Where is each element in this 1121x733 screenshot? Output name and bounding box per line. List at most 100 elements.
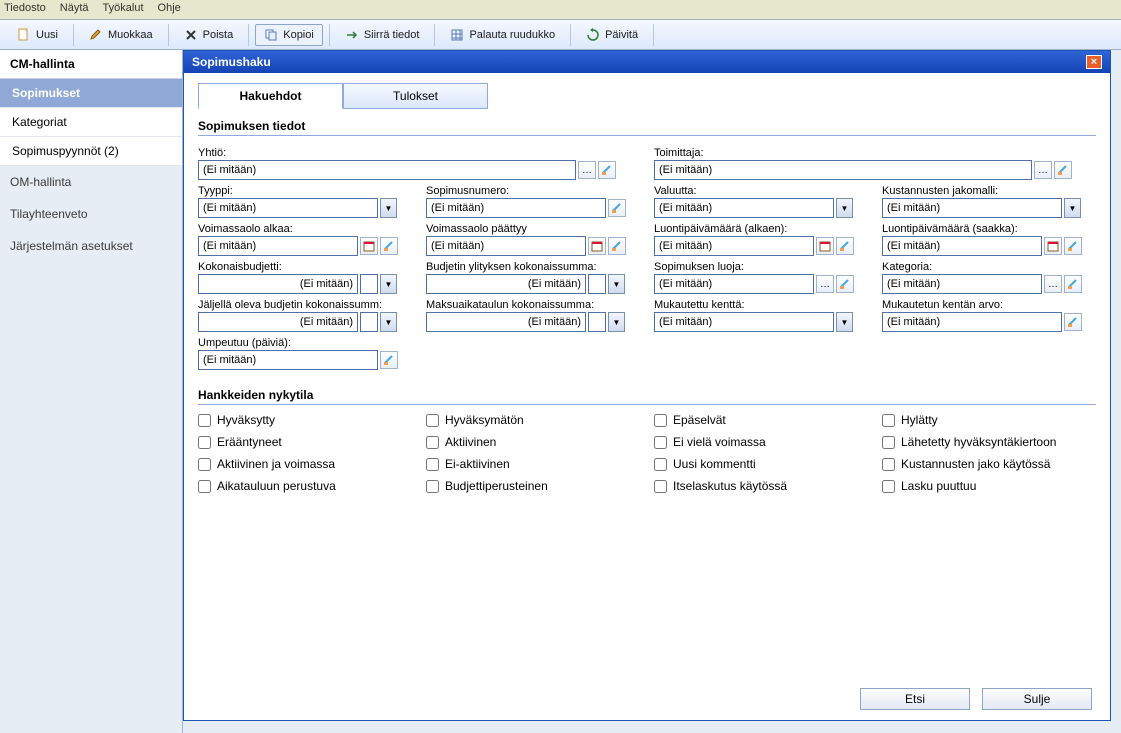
browse-icon[interactable]: … [578,161,596,179]
label-maksuaikataulu: Maksuaikataulun kokonaissumma: [426,299,646,311]
input-maksuaikataulu-op[interactable] [588,312,606,332]
input-kustannusten-jakomalli[interactable] [882,198,1062,218]
chk-ei-aktiivinen[interactable]: Ei-aktiivinen [426,457,646,471]
chk-hylatty[interactable]: Hylätty [882,413,1102,427]
clear-icon[interactable] [598,161,616,179]
chk-eraantyneet[interactable]: Erääntyneet [198,435,418,449]
chk-lasku-puuttuu[interactable]: Lasku puuttuu [882,479,1102,493]
browse-icon[interactable]: … [816,275,834,293]
tb-transfer[interactable]: Siirrä tiedot [336,24,429,46]
chk-ei-viela[interactable]: Ei vielä voimassa [654,435,874,449]
menu-view[interactable]: Näytä [60,2,89,17]
input-kategoria[interactable] [882,274,1042,294]
sidebar-item-sopimukset[interactable]: Sopimukset [0,79,182,108]
chk-hyvaksytty[interactable]: Hyväksytty [198,413,418,427]
input-yhtio[interactable] [198,160,576,180]
menu-help[interactable]: Ohje [158,2,181,17]
button-sulje[interactable]: Sulje [982,688,1092,710]
dropdown-arrow-icon[interactable]: ▼ [608,312,625,332]
input-sopimusnumero[interactable] [426,198,606,218]
input-valuutta[interactable] [654,198,834,218]
calendar-icon[interactable] [816,237,834,255]
sidebar-item-kategoriat[interactable]: Kategoriat [0,108,182,137]
dialog-sopimushaku: Sopimushaku × Hakuehdot Tulokset Sopimuk… [183,50,1111,721]
input-voimassa-alkaa[interactable] [198,236,358,256]
sidebar-group-cm[interactable]: CM-hallinta [0,50,182,79]
chk-budjettiper[interactable]: Budjettiperusteinen [426,479,646,493]
input-luontipvm-alkaen[interactable] [654,236,814,256]
tb-delete[interactable]: Poista [175,24,243,46]
tb-refresh[interactable]: Päivitä [577,24,647,46]
menu-file[interactable]: Tiedosto [4,2,46,17]
browse-icon[interactable]: … [1044,275,1062,293]
clear-icon[interactable] [836,237,854,255]
tb-copy[interactable]: Kopioi [255,24,323,46]
calendar-icon[interactable] [360,237,378,255]
chk-uusi-kommentti[interactable]: Uusi kommentti [654,457,874,471]
dropdown-arrow-icon[interactable]: ▼ [380,274,397,294]
tb-copy-label: Kopioi [283,29,314,41]
input-budjetin-ylitys[interactable] [426,274,586,294]
label-mukautetun-arvo: Mukautetun kentän arvo: [882,299,1102,311]
dropdown-arrow-icon[interactable]: ▼ [608,274,625,294]
clear-icon[interactable] [1064,313,1082,331]
clear-icon[interactable] [1054,161,1072,179]
toolbar: Uusi Muokkaa Poista Kopioi Siirrä tiedot… [0,20,1121,50]
input-umpeutuu[interactable] [198,350,378,370]
dropdown-arrow-icon[interactable]: ▼ [836,312,853,332]
input-jaljella-op[interactable] [360,312,378,332]
clear-icon[interactable] [836,275,854,293]
browse-icon[interactable]: … [1034,161,1052,179]
clear-icon[interactable] [608,237,626,255]
tab-tulokset[interactable]: Tulokset [343,83,488,109]
tb-new-label: Uusi [36,29,58,41]
input-tyyppi[interactable] [198,198,378,218]
input-kokonaisbudjetti[interactable] [198,274,358,294]
clear-icon[interactable] [380,237,398,255]
input-mukautettu-kentta[interactable] [654,312,834,332]
dropdown-arrow-icon[interactable]: ▼ [836,198,853,218]
label-yhtio: Yhtiö: [198,147,646,159]
tb-edit-label: Muokkaa [108,29,153,41]
chk-aktiivinen[interactable]: Aktiivinen [426,435,646,449]
input-voimassa-paattyy[interactable] [426,236,586,256]
input-sopimuksen-luoja[interactable] [654,274,814,294]
tb-reset-grid[interactable]: Palauta ruudukko [441,24,564,46]
close-icon[interactable]: × [1086,55,1102,69]
calendar-icon[interactable] [588,237,606,255]
sidebar-tilayhteenveto[interactable]: Tilayhteenveto [0,198,182,230]
dropdown-arrow-icon[interactable]: ▼ [380,312,397,332]
input-mukautetun-arvo[interactable] [882,312,1062,332]
input-luontipvm-saakka[interactable] [882,236,1042,256]
clear-icon[interactable] [608,199,626,217]
input-budjetin-ylitys-op[interactable] [588,274,606,294]
dialog-title-text: Sopimushaku [192,55,271,69]
pencil-icon [89,28,103,42]
input-toimittaja[interactable] [654,160,1032,180]
input-kokonaisbudjetti-op[interactable] [360,274,378,294]
input-maksuaikataulu[interactable] [426,312,586,332]
clear-icon[interactable] [1064,275,1082,293]
sidebar-item-sopimuspyynnot[interactable]: Sopimuspyynnöt (2) [0,137,182,166]
tb-edit[interactable]: Muokkaa [80,24,162,46]
tb-new[interactable]: Uusi [8,24,67,46]
sidebar-jarjestelman-asetukset[interactable]: Järjestelmän asetukset [0,230,182,262]
chk-aikatauluun[interactable]: Aikatauluun perustuva [198,479,418,493]
chk-itselaskutus[interactable]: Itselaskutus käytössä [654,479,874,493]
chk-akt-voimassa[interactable]: Aktiivinen ja voimassa [198,457,418,471]
chk-kust-jako[interactable]: Kustannusten jako käytössä [882,457,1102,471]
chk-hyvaksymaton[interactable]: Hyväksymätön [426,413,646,427]
input-jaljella-budjetti[interactable] [198,312,358,332]
chk-lahetetty[interactable]: Lähetetty hyväksyntäkiertoon [882,435,1102,449]
clear-icon[interactable] [1064,237,1082,255]
dropdown-arrow-icon[interactable]: ▼ [1064,198,1081,218]
calendar-icon[interactable] [1044,237,1062,255]
tab-hakuehdot[interactable]: Hakuehdot [198,83,343,109]
chk-epaselvat[interactable]: Epäselvät [654,413,874,427]
button-etsi[interactable]: Etsi [860,688,970,710]
menu-tools[interactable]: Työkalut [103,2,144,17]
sidebar-om-hallinta[interactable]: OM-hallinta [0,166,182,198]
label-voimassa-alkaa: Voimassaolo alkaa: [198,223,418,235]
dropdown-arrow-icon[interactable]: ▼ [380,198,397,218]
clear-icon[interactable] [380,351,398,369]
